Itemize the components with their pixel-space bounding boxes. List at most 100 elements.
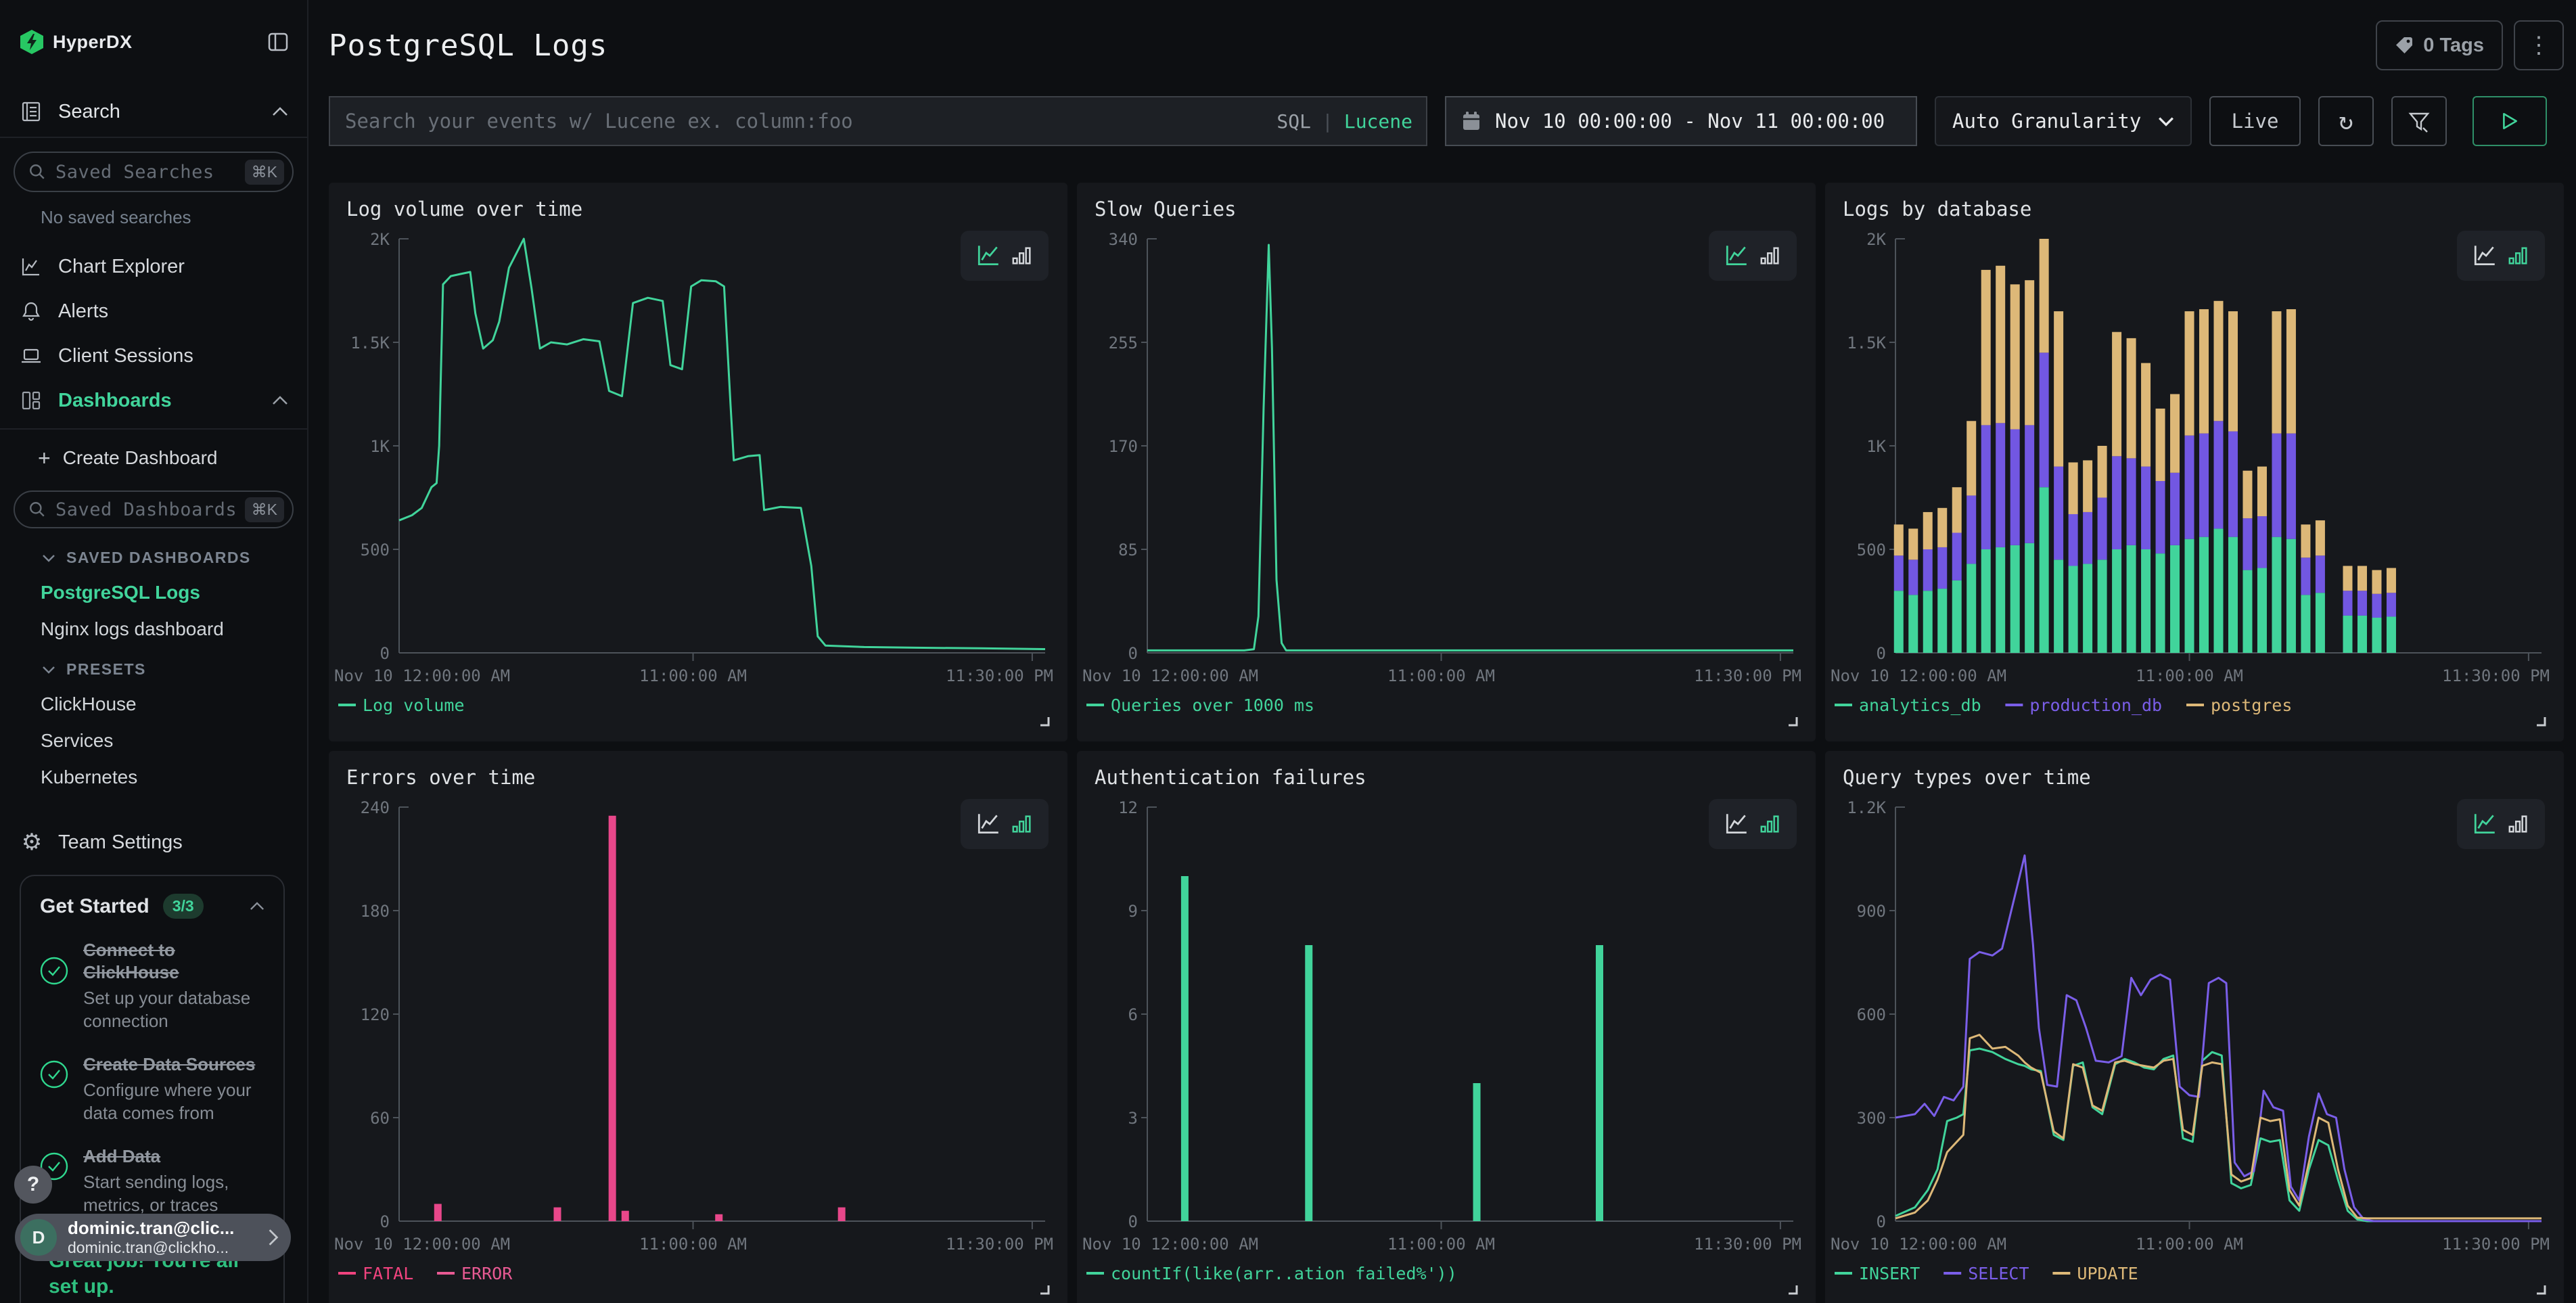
- stacked-bar-segment: [2025, 280, 2034, 425]
- date-range-picker[interactable]: Nov 10 00:00:00 - Nov 11 00:00:00: [1445, 96, 1917, 146]
- stacked-bar-segment: [2316, 555, 2325, 593]
- x-axis-label: 11:30:00 PM: [946, 666, 1053, 685]
- chart-card-5: Authentication failures129630Nov 10 12:0…: [1077, 751, 1816, 1303]
- x-axis-label: Nov 10 12:00:00 AM: [1831, 666, 2006, 685]
- stacked-bar-segment: [2010, 545, 2020, 653]
- sidebar-collapse-icon[interactable]: [268, 32, 288, 52]
- line-view-button[interactable]: [975, 811, 1001, 837]
- resize-handle[interactable]: [1789, 1285, 1797, 1294]
- laptop-icon: [20, 345, 42, 367]
- resize-handle[interactable]: [1789, 717, 1797, 725]
- resize-handle[interactable]: [1040, 1285, 1049, 1294]
- y-axis-label: 6: [1128, 1005, 1138, 1024]
- sidebar-item-client-sessions[interactable]: Client Sessions: [0, 334, 307, 378]
- event-search-input[interactable]: [330, 97, 1426, 145]
- sidebar-item-chart-explorer[interactable]: Chart Explorer: [0, 244, 307, 289]
- bar-view-button[interactable]: [2507, 244, 2530, 267]
- line-view-button[interactable]: [975, 243, 1001, 269]
- bar-FATAL: [609, 816, 616, 1221]
- saved-dashboards-header[interactable]: SAVED DASHBOARDS: [42, 549, 307, 567]
- chart-card-6: Query types over time1.2K9006003000Nov 1…: [1825, 751, 2564, 1303]
- y-axis-label: 0: [380, 644, 390, 663]
- get-started-item-add-data[interactable]: Add Data Start sending logs, metrics, or…: [40, 1145, 264, 1217]
- legend-item[interactable]: FATAL: [363, 1264, 413, 1283]
- line-view-button[interactable]: [2472, 243, 2498, 269]
- bar-countIf(like(arr..ation failed%')): [1305, 945, 1312, 1221]
- help-button[interactable]: ?: [14, 1166, 52, 1204]
- chevron-up-icon[interactable]: [272, 107, 288, 116]
- filter-button[interactable]: [2391, 96, 2447, 146]
- stacked-bar-segment: [2387, 616, 2396, 653]
- legend-item[interactable]: production_db: [2029, 695, 2162, 715]
- legend-item[interactable]: Queries over 1000 ms: [1111, 695, 1314, 715]
- saved-dashboards-input[interactable]: Saved Dashboards ⌘K: [14, 490, 294, 528]
- saved-searches-input[interactable]: Saved Searches ⌘K: [14, 152, 294, 192]
- sidebar-dashboard-nginx-logs[interactable]: Nginx logs dashboard: [41, 618, 307, 640]
- stacked-bar-segment: [2170, 394, 2180, 473]
- chevron-up-icon[interactable]: [272, 396, 288, 405]
- refresh-button[interactable]: ↻: [2318, 96, 2374, 146]
- chevron-up-icon[interactable]: [250, 902, 264, 911]
- line-series-SELECT: [1895, 855, 2542, 1221]
- sidebar-preset-kubernetes[interactable]: Kubernetes: [41, 767, 307, 788]
- legend-item[interactable]: Log volume: [363, 695, 465, 715]
- legend-item[interactable]: postgres: [2211, 695, 2292, 715]
- get-started-item-connect[interactable]: Connect to ClickHouse Set up your databa…: [40, 939, 264, 1033]
- bar-view-button[interactable]: [2507, 813, 2530, 836]
- chart-card-3: Logs by database2K1.5K1K5000Nov 10 12:00…: [1825, 183, 2564, 741]
- stacked-bar-segment: [1923, 512, 1933, 549]
- get-started-item-sources[interactable]: Create Data Sources Configure where your…: [40, 1053, 264, 1125]
- bar-view-button[interactable]: [1011, 813, 1034, 836]
- user-menu[interactable]: D dominic.tran@clic... dominic.tran@clic…: [15, 1214, 291, 1261]
- stacked-bar-segment: [2214, 301, 2224, 421]
- live-button[interactable]: Live: [2209, 96, 2301, 146]
- run-query-button[interactable]: [2472, 96, 2547, 146]
- stacked-bar-segment: [2040, 487, 2049, 653]
- sidebar-item-label: Search: [58, 101, 120, 123]
- more-options-button[interactable]: ⋮: [2514, 20, 2564, 70]
- presets-header[interactable]: PRESETS: [42, 660, 307, 679]
- y-axis-label: 500: [1857, 541, 1886, 559]
- bar-ERROR: [838, 1208, 846, 1221]
- stacked-bar-segment: [1894, 555, 1904, 591]
- granularity-select[interactable]: Auto Granularity: [1935, 96, 2192, 146]
- stacked-bar-segment: [2069, 566, 2078, 653]
- event-search-box: SQL | Lucene: [329, 96, 1427, 146]
- resize-handle[interactable]: [1040, 717, 1049, 725]
- lucene-mode-toggle[interactable]: Lucene: [1344, 110, 1412, 133]
- sidebar-dashboard-postgresql-logs[interactable]: PostgreSQL Logs: [41, 582, 307, 603]
- bar-ERROR: [553, 1208, 561, 1221]
- sidebar-preset-services[interactable]: Services: [41, 730, 307, 752]
- legend-item[interactable]: SELECT: [1968, 1264, 2029, 1283]
- divider: [0, 428, 307, 430]
- resize-handle[interactable]: [2537, 1285, 2545, 1294]
- sidebar-item-search[interactable]: Search: [0, 92, 307, 131]
- legend-item[interactable]: countIf(like(arr..ation failed%')): [1111, 1264, 1457, 1283]
- stacked-bar-segment: [1981, 549, 1991, 653]
- stacked-bar-segment: [2316, 593, 2325, 653]
- legend-item[interactable]: INSERT: [1859, 1264, 1920, 1283]
- stacked-bar-segment: [2228, 537, 2238, 653]
- tags-button[interactable]: 0 Tags: [2376, 20, 2503, 70]
- sidebar-item-team-settings[interactable]: ⚙ Team Settings: [0, 821, 307, 864]
- create-dashboard-button[interactable]: + Create Dashboard: [38, 439, 307, 477]
- bar-view-button[interactable]: [1759, 244, 1782, 267]
- y-axis-label: 180: [361, 902, 390, 921]
- resize-handle[interactable]: [2537, 717, 2545, 725]
- x-axis-label: 11:00:00 AM: [1387, 666, 1495, 685]
- sidebar-item-dashboards[interactable]: Dashboards: [0, 378, 307, 423]
- legend-item[interactable]: UPDATE: [2077, 1264, 2138, 1283]
- bar-view-button[interactable]: [1759, 813, 1782, 836]
- sidebar-item-alerts[interactable]: Alerts: [0, 289, 307, 334]
- line-view-button[interactable]: [2472, 811, 2498, 837]
- legend-item[interactable]: ERROR: [461, 1264, 513, 1283]
- line-view-button[interactable]: [1724, 811, 1749, 837]
- x-axis-label: Nov 10 12:00:00 AM: [1831, 1235, 2006, 1254]
- stacked-bar-segment: [2127, 545, 2136, 653]
- sql-mode-toggle[interactable]: SQL: [1276, 110, 1311, 133]
- sidebar-preset-clickhouse[interactable]: ClickHouse: [41, 693, 307, 715]
- line-view-button[interactable]: [1724, 243, 1749, 269]
- bar-view-button[interactable]: [1011, 244, 1034, 267]
- chart-plot: 1.2K9006003000Nov 10 12:00:00 AM11:00:00…: [1825, 751, 2564, 1303]
- legend-item[interactable]: analytics_db: [1859, 695, 1981, 715]
